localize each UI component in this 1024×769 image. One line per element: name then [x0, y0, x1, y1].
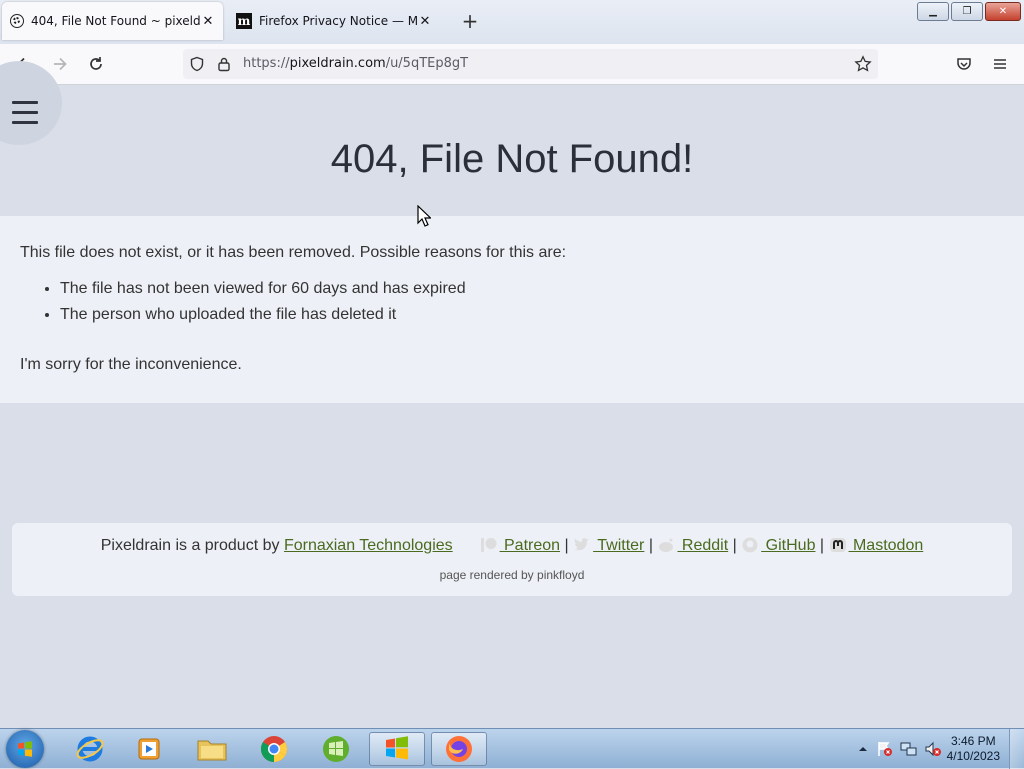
- taskbar-clock[interactable]: 3:46 PM 4/10/2023: [947, 734, 1000, 764]
- taskbar-media-player[interactable]: [122, 732, 178, 766]
- site-menu-icon[interactable]: [12, 101, 38, 127]
- taskbar-windows-live[interactable]: [308, 732, 364, 766]
- network-icon[interactable]: [900, 740, 918, 758]
- tab-title: 404, File Not Found ~ pixeldrain: [31, 14, 201, 28]
- patreon-link[interactable]: Patreon: [480, 537, 560, 554]
- taskbar-firefox[interactable]: [431, 732, 487, 766]
- separator: |: [648, 537, 653, 554]
- show-hidden-icons-icon[interactable]: [858, 744, 868, 754]
- github-icon: [742, 537, 758, 553]
- separator: |: [732, 537, 737, 554]
- mastodon-label: Mastodon: [848, 537, 924, 554]
- fornaxian-link[interactable]: Fornaxian Technologies: [284, 537, 453, 554]
- patreon-icon: [480, 538, 497, 552]
- patreon-label: Patreon: [499, 537, 561, 554]
- folder-icon: [197, 740, 227, 761]
- chrome-icon: [260, 736, 288, 763]
- internet-explorer-icon: [76, 736, 104, 762]
- new-tab-button[interactable]: +: [459, 10, 481, 32]
- page-content: 404, File Not Found! This file does not …: [0, 61, 1024, 728]
- url-path: /u/5qTEp8gT: [385, 56, 469, 71]
- shield-icon[interactable]: [189, 56, 205, 72]
- rendered-by-text: page rendered by pinkfloyd: [439, 568, 585, 582]
- mastodon-icon: [829, 538, 846, 552]
- list-item: The file has not been viewed for 60 days…: [60, 276, 466, 302]
- volume-muted-icon[interactable]: [924, 740, 942, 758]
- lock-icon[interactable]: [217, 56, 231, 72]
- forward-arrow-icon: [54, 57, 67, 71]
- windows-flag-icon: [386, 736, 408, 760]
- windows-live-icon: [323, 736, 349, 762]
- bookmark-star-icon[interactable]: [854, 55, 872, 73]
- error-message-panel: This file does not exist, or it has been…: [0, 216, 1024, 403]
- github-label: GitHub: [761, 537, 816, 554]
- taskbar-chrome[interactable]: [246, 732, 302, 766]
- firefox-icon: [446, 736, 472, 762]
- separator: |: [819, 537, 825, 554]
- window-controls: ▁ ❐ ✕: [917, 2, 1021, 21]
- tab-title: Firefox Privacy Notice — Mozilla: [259, 14, 418, 28]
- mozilla-favicon-icon: m: [236, 13, 252, 29]
- footer: Pixeldrain is a product by Fornaxian Tec…: [12, 523, 1012, 596]
- url-bar[interactable]: https://pixeldrain.com/u/5qTEp8gT: [183, 49, 878, 79]
- url-text[interactable]: https://pixeldrain.com/u/5qTEp8gT: [243, 56, 468, 71]
- pixeldrain-favicon-icon: [10, 14, 24, 28]
- mouse-cursor-icon: [417, 205, 431, 227]
- clock-time: 3:46 PM: [950, 734, 996, 748]
- apology-text: I'm sorry for the inconvenience.: [20, 356, 242, 373]
- reddit-label: Reddit: [677, 537, 729, 554]
- close-window-button[interactable]: ✕: [985, 2, 1021, 21]
- tab-close-icon[interactable]: ✕: [418, 14, 432, 29]
- start-button[interactable]: [6, 730, 44, 768]
- forward-button[interactable]: [48, 52, 72, 76]
- show-desktop-button[interactable]: [1009, 729, 1024, 769]
- system-tray: 3:46 PM 4/10/2023: [834, 729, 1024, 769]
- footer-links-line: Pixeldrain is a product by Fornaxian Tec…: [12, 537, 1012, 555]
- reload-icon: [90, 57, 102, 70]
- tab-pixeldrain[interactable]: 404, File Not Found ~ pixeldrain ✕: [2, 2, 223, 40]
- clock-date: 4/10/2023: [946, 749, 1000, 763]
- windows-logo-icon: [18, 741, 32, 757]
- separator: |: [564, 537, 569, 554]
- url-prefix: https://: [243, 56, 290, 71]
- reload-button[interactable]: [84, 52, 108, 76]
- url-host: pixeldrain.com: [289, 56, 386, 71]
- taskbar-internet-explorer[interactable]: [62, 732, 118, 766]
- product-text: Pixeldrain is a product by: [100, 537, 280, 554]
- windows-taskbar: 3:46 PM 4/10/2023: [0, 728, 1024, 769]
- page-title: 404, File Not Found!: [330, 137, 694, 181]
- mastodon-link[interactable]: Mastodon: [829, 537, 924, 554]
- taskbar-windows-app[interactable]: [369, 732, 425, 766]
- app-menu-button[interactable]: [988, 52, 1012, 76]
- navigation-bar: https://pixeldrain.com/u/5qTEp8gT: [0, 44, 1024, 85]
- reddit-icon: [659, 538, 674, 552]
- twitter-icon: [574, 538, 590, 551]
- tab-close-icon[interactable]: ✕: [201, 14, 215, 29]
- restore-button[interactable]: ❐: [951, 2, 983, 21]
- taskbar-file-explorer[interactable]: [184, 732, 240, 766]
- twitter-link[interactable]: Twitter: [573, 537, 644, 554]
- tab-firefox-privacy[interactable]: m Firefox Privacy Notice — Mozilla ✕: [228, 2, 440, 40]
- tab-strip: 404, File Not Found ~ pixeldrain ✕ m Fir…: [0, 0, 1024, 44]
- minimize-button[interactable]: ▁: [917, 2, 949, 21]
- pocket-icon: [957, 58, 971, 70]
- github-link[interactable]: GitHub: [741, 537, 815, 554]
- reasons-list: The file has not been viewed for 60 days…: [40, 276, 466, 328]
- pocket-button[interactable]: [952, 52, 976, 76]
- action-center-flag-icon[interactable]: [876, 740, 894, 758]
- reddit-link[interactable]: Reddit: [657, 537, 728, 554]
- intro-text: This file does not exist, or it has been…: [20, 244, 567, 261]
- list-item: The person who uploaded the file has del…: [60, 302, 466, 328]
- media-player-icon: [138, 738, 160, 760]
- twitter-label: Twitter: [593, 537, 645, 554]
- hamburger-menu-icon: [994, 59, 1006, 69]
